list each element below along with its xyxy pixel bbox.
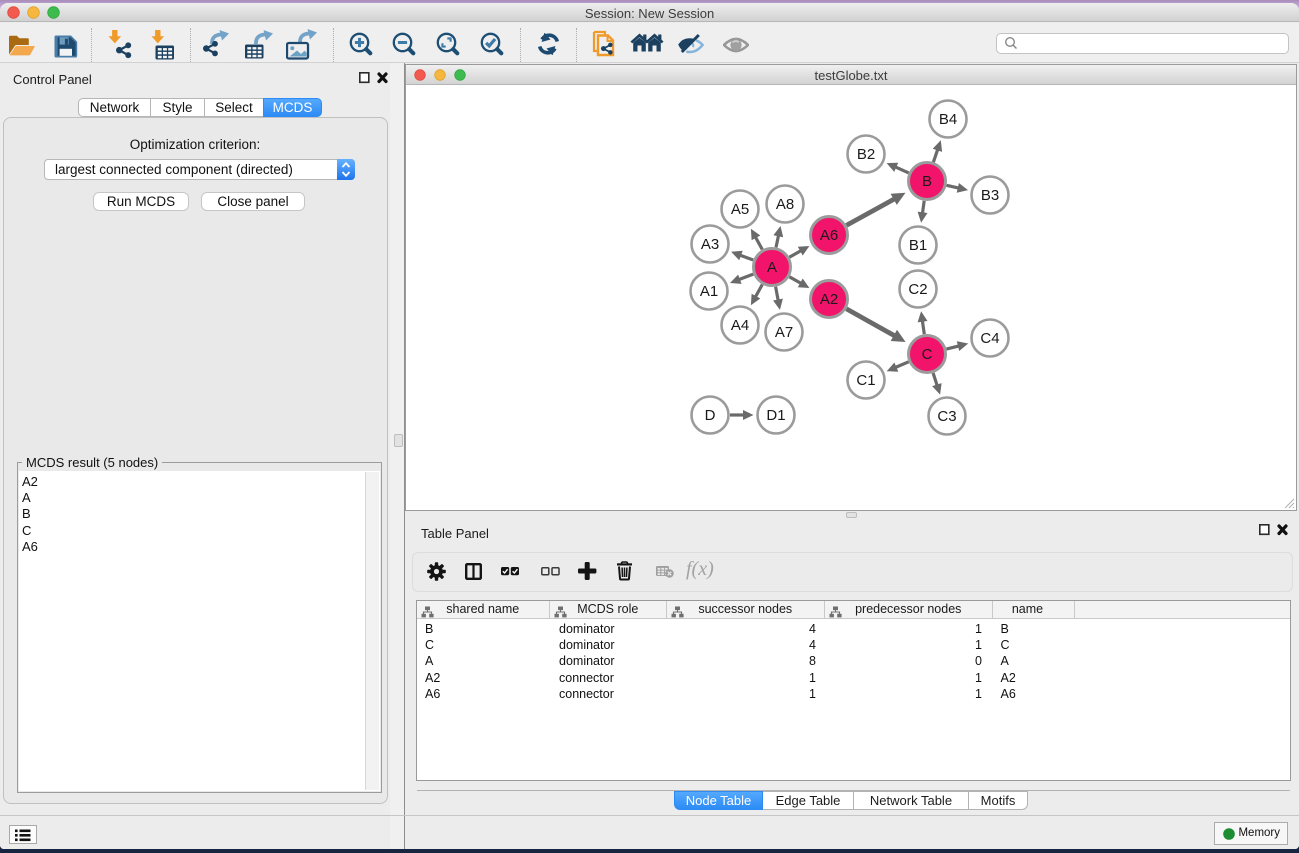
svg-text:C3: C3 (937, 408, 956, 425)
svg-text:A7: A7 (775, 324, 793, 341)
svg-text:A3: A3 (701, 236, 719, 253)
svg-text:D: D (705, 407, 716, 424)
svg-text:B3: B3 (981, 187, 999, 204)
svg-text:C2: C2 (908, 281, 927, 298)
svg-text:B2: B2 (857, 146, 875, 163)
svg-text:A2: A2 (820, 291, 838, 308)
svg-text:A6: A6 (820, 227, 838, 244)
svg-text:D1: D1 (766, 407, 785, 424)
svg-text:A8: A8 (776, 196, 794, 213)
svg-text:A1: A1 (700, 283, 718, 300)
svg-text:C: C (922, 346, 933, 363)
svg-text:B4: B4 (939, 111, 957, 128)
svg-text:A: A (767, 259, 777, 276)
svg-text:A5: A5 (731, 201, 749, 218)
svg-text:B: B (922, 173, 932, 190)
svg-text:B1: B1 (909, 237, 927, 254)
svg-text:C4: C4 (980, 330, 999, 347)
svg-text:C1: C1 (856, 372, 875, 389)
svg-text:A4: A4 (731, 317, 749, 334)
